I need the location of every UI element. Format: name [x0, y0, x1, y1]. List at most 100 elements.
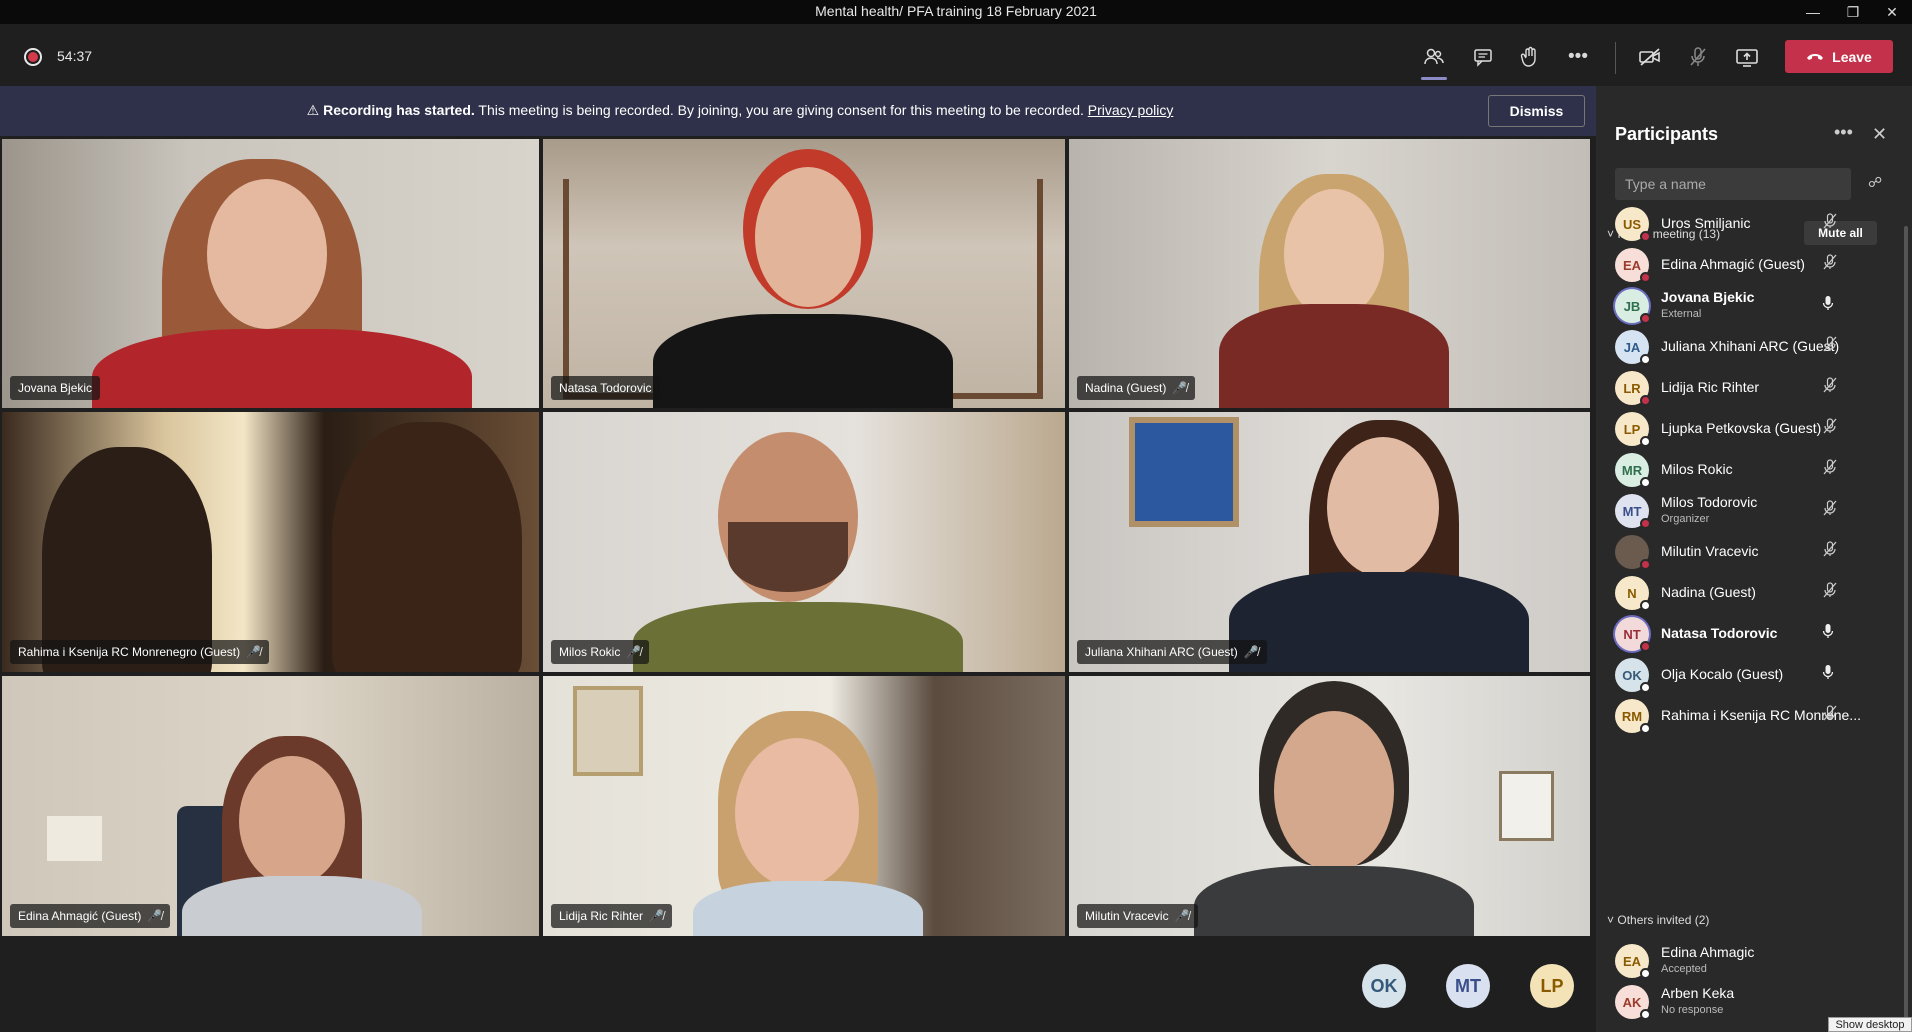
participant-name: Natasa Todorovic: [1661, 625, 1778, 641]
search-input[interactable]: [1615, 168, 1851, 200]
participant-name: Olja Kocalo (Guest): [1661, 666, 1784, 682]
mic-off-icon[interactable]: [1822, 418, 1838, 439]
participant-name: Jovana Bjekic: [18, 381, 93, 395]
more-options-icon[interactable]: •••: [1559, 40, 1597, 74]
participant-name: Lidija Ric Rihter: [559, 909, 644, 923]
participant-role: Accepted: [1661, 963, 1707, 975]
participant-name: Nadina (Guest): [1661, 584, 1756, 600]
mic-on-icon[interactable]: [1822, 623, 1834, 644]
video-tile[interactable]: Edina Ahmagić (Guest) 🎤̸: [2, 676, 539, 936]
leave-button[interactable]: Leave: [1785, 40, 1893, 73]
toolbar-divider: [1615, 42, 1616, 74]
scrollbar[interactable]: [1904, 226, 1908, 1026]
participant-name: Natasa Todorovic: [559, 381, 652, 395]
close-icon[interactable]: ✕: [1872, 0, 1912, 24]
tooltip: Show desktop: [1828, 1017, 1912, 1032]
restore-icon[interactable]: ❐: [1833, 0, 1873, 24]
chevron-down-icon: ˅: [1607, 913, 1615, 927]
camera-off-icon[interactable]: [1631, 40, 1669, 74]
participant-name: Rahima i Ksenija RC Monrenegro (Guest): [18, 645, 241, 659]
others-invited-label: Others invited (2): [1617, 913, 1710, 927]
tile-label: Milos Rokic 🎤̸: [551, 640, 650, 664]
participant-row[interactable]: RM Rahima i Ksenija RC Monrene...: [1596, 692, 1896, 740]
video-tile[interactable]: Juliana Xhihani ARC (Guest) 🎤̸: [1069, 412, 1590, 672]
participant-name: Milutin Vracevic: [1661, 543, 1759, 559]
leave-label: Leave: [1832, 48, 1872, 65]
video-tile[interactable]: Rahima i Ksenija RC Monrenegro (Guest) 🎤̸: [2, 412, 539, 672]
mic-off-icon[interactable]: [1822, 541, 1838, 562]
participant-name: Juliana Xhihani ARC (Guest): [1661, 338, 1840, 354]
participant-name: Milos Todorovic: [1661, 494, 1758, 510]
participant-role: No response: [1661, 1004, 1724, 1016]
video-tile[interactable]: Milos Rokic 🎤̸: [543, 412, 1065, 672]
overflow-avatar[interactable]: OK: [1362, 964, 1406, 1008]
dismiss-button[interactable]: Dismiss: [1488, 95, 1585, 127]
mic-off-icon: 🎤̸: [626, 645, 642, 659]
tile-label: Rahima i Ksenija RC Monrenegro (Guest) 🎤̸: [10, 640, 270, 664]
tile-label: Juliana Xhihani ARC (Guest) 🎤̸: [1077, 640, 1267, 664]
recording-icon: [24, 48, 42, 66]
participant-name: Edina Ahmagic: [1661, 944, 1755, 960]
mic-off-icon: 🎤̸: [246, 645, 262, 659]
mic-off-icon: 🎤̸: [649, 909, 664, 923]
tile-label: Lidija Ric Rihter 🎤̸: [551, 904, 672, 928]
warning-icon: ⚠: [306, 102, 320, 118]
tile-label: Natasa Todorovic: [551, 376, 660, 400]
overflow-avatar[interactable]: MT: [1446, 964, 1490, 1008]
video-tile[interactable]: Natasa Todorovic: [543, 139, 1065, 408]
mic-off-icon[interactable]: [1822, 705, 1838, 726]
participant-name: Milutin Vracevic: [1085, 909, 1169, 923]
mic-off-icon[interactable]: [1822, 582, 1838, 603]
participant-name: Ljupka Petkovska (Guest): [1661, 420, 1822, 436]
tile-label: Edina Ahmagić (Guest) 🎤̸: [10, 904, 171, 928]
participants-icon[interactable]: [1415, 40, 1453, 80]
participant-role: External: [1661, 308, 1702, 320]
participant-name: Juliana Xhihani ARC (Guest): [1085, 645, 1238, 659]
mic-off-icon[interactable]: [1679, 40, 1717, 74]
participant-name: Edina Ahmagić (Guest): [18, 909, 142, 923]
meeting-timer: 54:37: [57, 48, 93, 64]
share-invite-icon[interactable]: ☍: [1868, 174, 1882, 191]
video-tile[interactable]: Jovana Bjekic: [2, 139, 539, 408]
recording-heading: Recording has started.: [323, 102, 475, 118]
minimize-icon[interactable]: —: [1793, 0, 1833, 24]
title-bar: Mental health/ PFA training 18 February …: [0, 0, 1912, 24]
mic-on-icon[interactable]: [1822, 295, 1834, 316]
recording-text: This meeting is being recorded. By joini…: [478, 102, 1084, 118]
tile-label: Milutin Vracevic 🎤̸: [1077, 904, 1198, 928]
overflow-avatar[interactable]: LP: [1530, 964, 1574, 1008]
tile-label: Jovana Bjekic: [10, 376, 101, 400]
panel-title: Participants: [1615, 124, 1719, 144]
close-icon[interactable]: ✕: [1872, 124, 1887, 145]
mic-off-icon[interactable]: [1822, 213, 1838, 234]
mic-off-icon[interactable]: [1822, 254, 1838, 275]
participant-name: Jovana Bjekic: [1661, 289, 1755, 305]
participants-panel: Participants ••• ✕ ☍ ˅ In this meeting (…: [1596, 86, 1912, 1032]
mic-off-icon[interactable]: [1822, 459, 1838, 480]
panel-more-icon[interactable]: •••: [1834, 122, 1853, 143]
participant-name: Milos Rokic: [559, 645, 621, 659]
mic-off-icon: 🎤̸: [1243, 645, 1259, 659]
participant-name: Milos Rokic: [1661, 461, 1733, 477]
share-screen-icon[interactable]: [1728, 40, 1766, 74]
mic-off-icon: 🎤̸: [1172, 381, 1188, 395]
participant-role: Organizer: [1661, 513, 1710, 525]
others-invited-header[interactable]: ˅ Others invited (2): [1607, 913, 1709, 927]
participant-name: Lidija Ric Rihter: [1661, 379, 1760, 395]
privacy-policy-link[interactable]: Privacy policy: [1088, 102, 1174, 118]
window-title: Mental health/ PFA training 18 February …: [815, 3, 1097, 19]
mic-off-icon: 🎤̸: [147, 909, 163, 923]
recording-message: ⚠ Recording has started. This meeting is…: [0, 102, 1480, 119]
participant-name: Uros Smiljanic: [1661, 215, 1751, 231]
mic-off-icon[interactable]: [1822, 377, 1838, 398]
mic-off-icon[interactable]: [1822, 336, 1838, 357]
video-tile[interactable]: Lidija Ric Rihter 🎤̸: [543, 676, 1065, 936]
mic-off-icon[interactable]: [1822, 500, 1838, 521]
video-tile[interactable]: Nadina (Guest) 🎤̸: [1069, 139, 1590, 408]
mic-on-icon[interactable]: [1822, 664, 1834, 685]
chat-icon[interactable]: [1464, 40, 1502, 74]
video-tile[interactable]: Milutin Vracevic 🎤̸: [1069, 676, 1590, 936]
presence-status-icon: [1640, 1009, 1651, 1020]
recording-banner: ⚠ Recording has started. This meeting is…: [0, 86, 1596, 136]
raise-hand-icon[interactable]: [1511, 40, 1549, 74]
